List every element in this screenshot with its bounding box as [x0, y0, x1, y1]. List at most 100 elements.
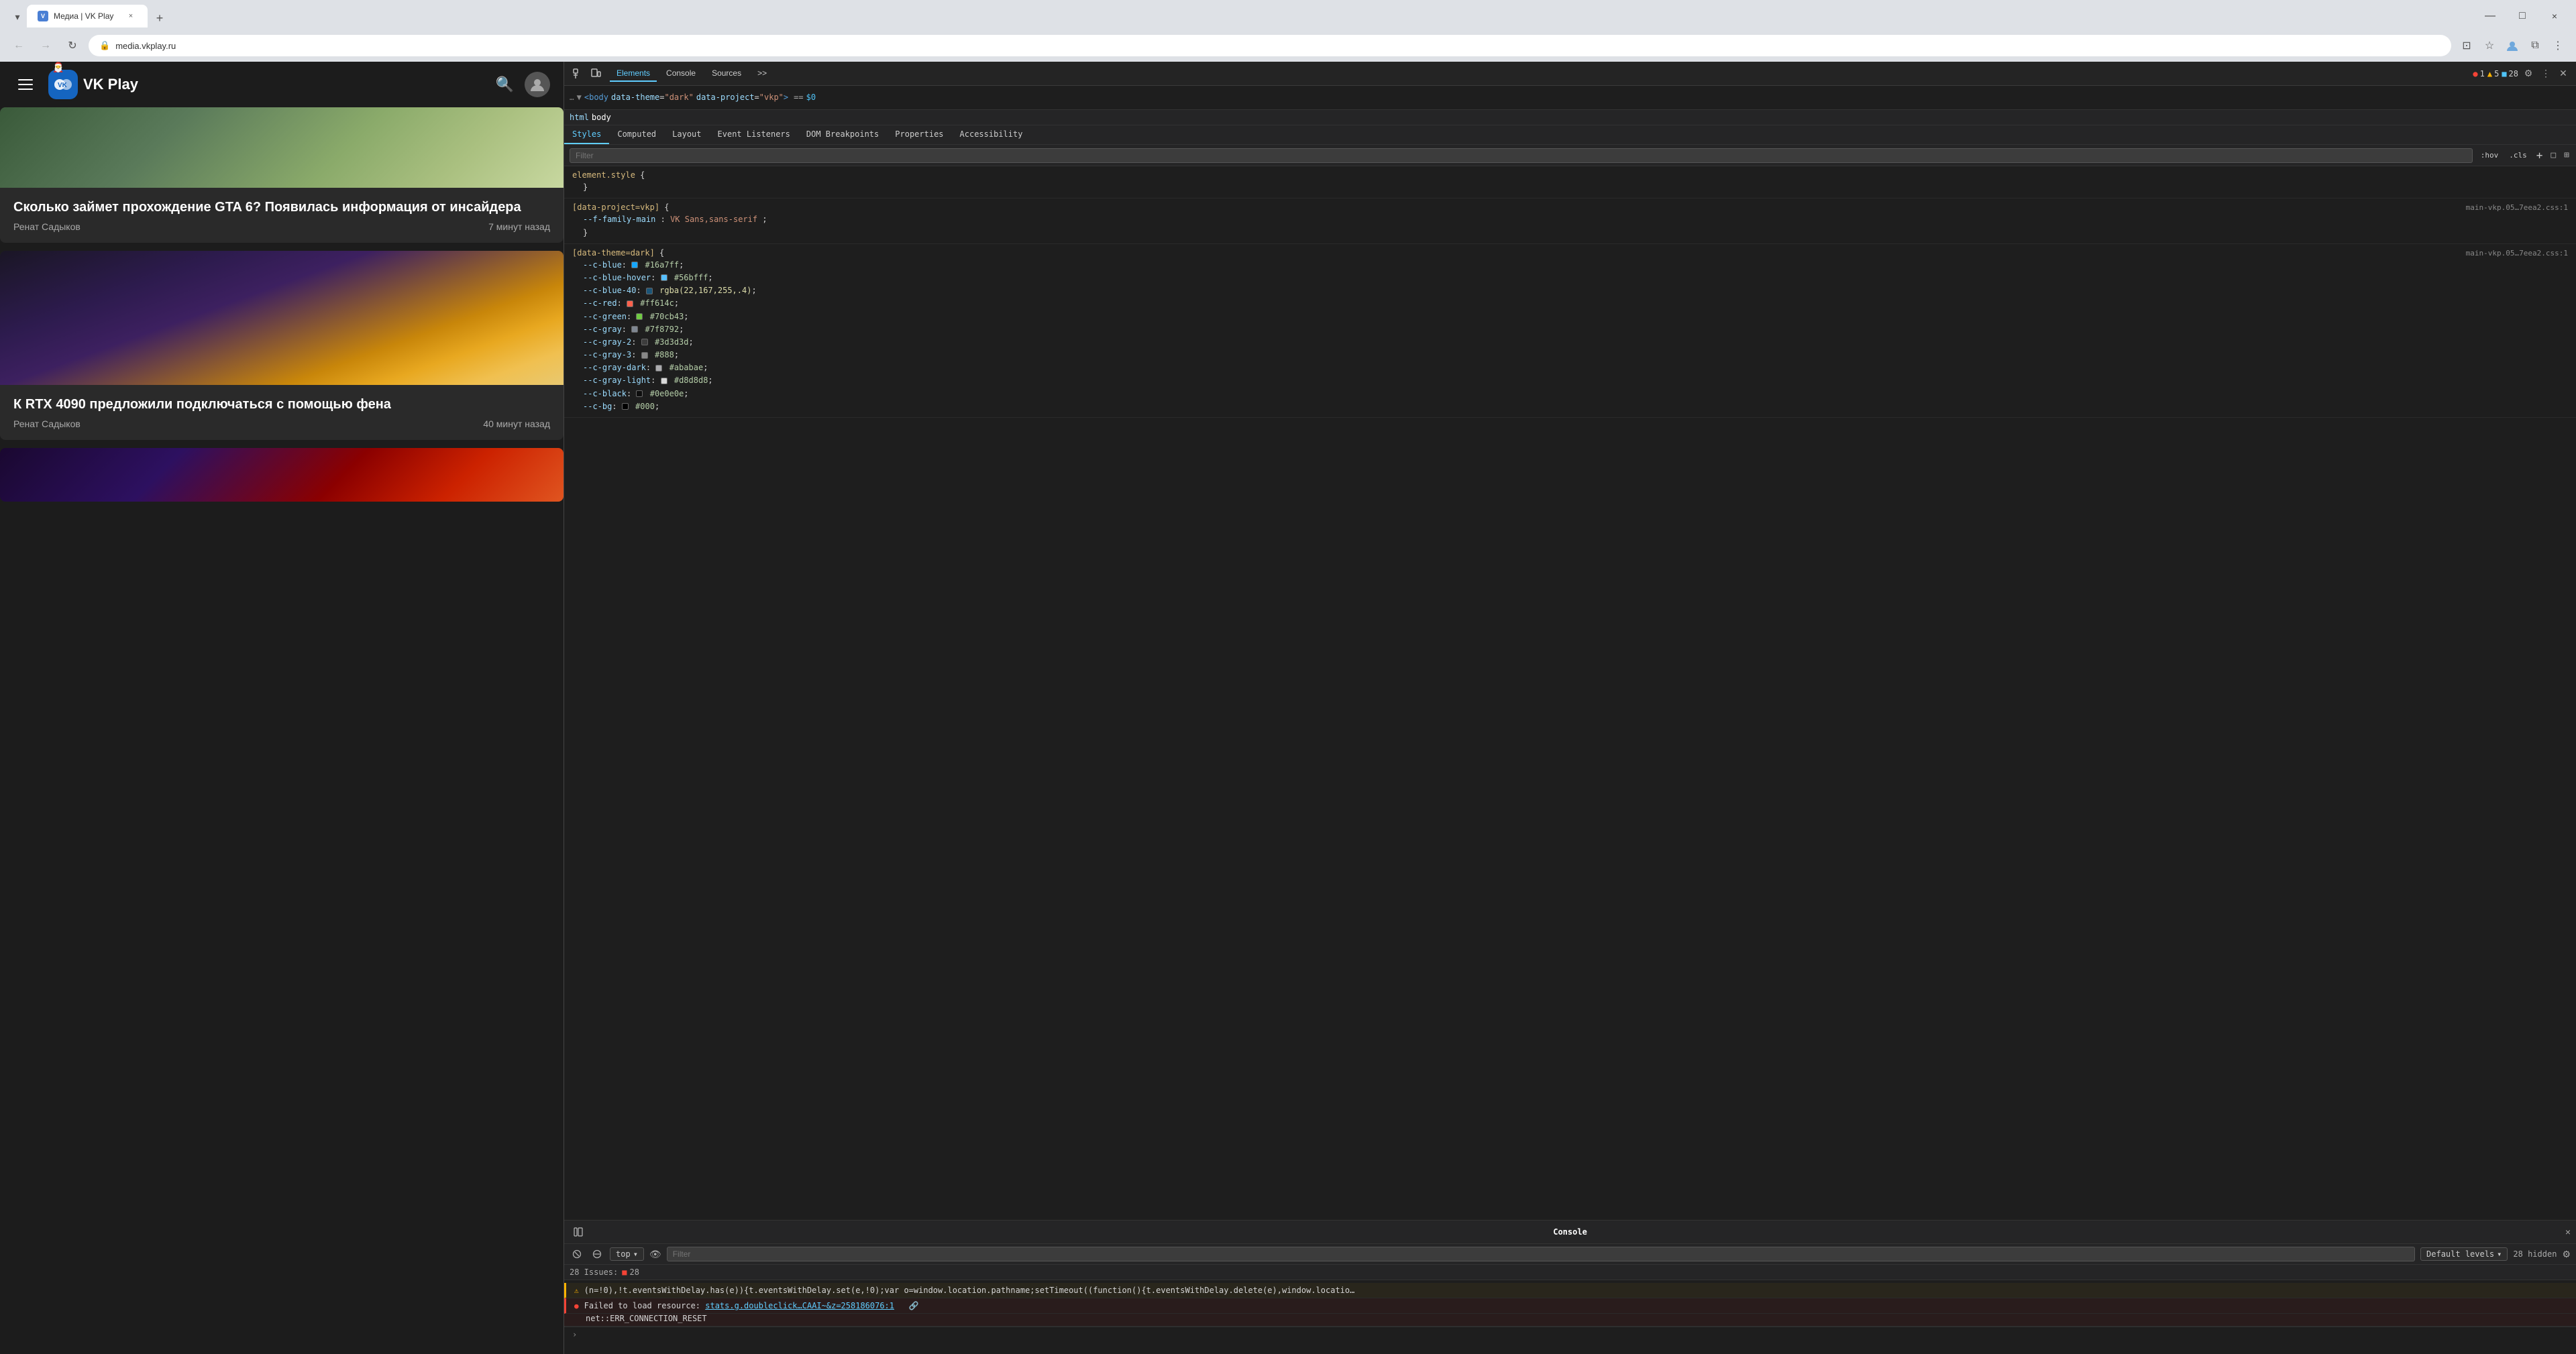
toolbar-right-icons: ⊡ ☆ ⧉ ⋮	[2457, 36, 2568, 56]
svg-text:VK: VK	[58, 82, 68, 89]
console-sidebar-btn[interactable]	[570, 1223, 587, 1241]
error-msg-link[interactable]: stats.g.doubleclick…CAAI~&z=258186076:1	[705, 1301, 894, 1310]
more-options-btn[interactable]: ⋮	[2538, 66, 2553, 81]
sources-tab-btn[interactable]: Sources	[705, 66, 748, 82]
console-prompt: ›	[564, 1327, 2576, 1342]
color-swatch-bg[interactable]	[622, 403, 629, 410]
devtools-close-btn[interactable]: ✕	[2556, 66, 2571, 81]
add-style-btn[interactable]: +	[2535, 148, 2544, 163]
color-swatch-blue-40[interactable]	[646, 288, 653, 294]
refresh-btn[interactable]: ↻	[62, 35, 83, 56]
tab-accessibility[interactable]: Accessibility	[952, 125, 1031, 144]
tab-close-btn[interactable]: ×	[125, 10, 137, 22]
filter-row: :hov .cls + □ ⊞	[564, 145, 2576, 166]
color-swatch-red[interactable]	[627, 300, 633, 307]
close-btn[interactable]: ×	[2541, 4, 2568, 28]
cast-btn[interactable]: ⊡	[2457, 36, 2477, 56]
elements-tab[interactable]: Elements	[610, 66, 657, 82]
profile-btn[interactable]	[2502, 36, 2522, 56]
console-tab-btn[interactable]: Console	[659, 66, 702, 82]
back-btn[interactable]: ←	[8, 35, 30, 56]
vkplay-logo[interactable]: VK VK Play	[48, 70, 138, 99]
address-bar[interactable]: 🔒 media.vkplay.ru	[89, 35, 2451, 56]
console-settings-btn[interactable]: ⚙	[2562, 1249, 2571, 1260]
tab-properties[interactable]: Properties	[887, 125, 951, 144]
breadcrumb-html[interactable]: html	[570, 113, 589, 122]
color-swatch-gray-2[interactable]	[641, 339, 648, 345]
devtools-panel: Elements Console Sources >> ● 1 ▲ 5	[564, 62, 2576, 1354]
menu-btn[interactable]: ⋮	[2548, 36, 2568, 56]
console-filter-input[interactable]	[667, 1247, 2415, 1261]
block-console-btn[interactable]	[590, 1247, 604, 1261]
logo-text: VK Play	[83, 76, 138, 93]
error-badge[interactable]: ● 1	[2473, 69, 2484, 78]
css-prop-c-gray-2: --c-gray-2: #3d3d3d;	[572, 336, 2568, 349]
console-expand-arrow[interactable]: ›	[572, 1330, 577, 1339]
error-msg-icon: ●	[574, 1302, 579, 1310]
tab-event-listeners[interactable]: Event Listeners	[710, 125, 798, 144]
console-close-btn[interactable]: ×	[2565, 1227, 2571, 1237]
inspect-element-btn[interactable]	[570, 65, 587, 82]
css-source-dark[interactable]: main-vkp.05…7eea2.css:1	[2466, 249, 2568, 258]
css-prop-c-blue-40: --c-blue-40: rgba(22,167,255,.4);	[572, 284, 2568, 297]
tab-layout[interactable]: Layout	[664, 125, 709, 144]
more-tabs-btn[interactable]: >>	[751, 66, 773, 82]
search-btn[interactable]: 🔍	[496, 76, 514, 93]
issues-count-badge[interactable]: ■ 28	[622, 1267, 639, 1277]
article-card-rtx[interactable]: К RTX 4090 предложили подключаться с пом…	[0, 251, 564, 440]
tab-styles[interactable]: Styles	[564, 125, 609, 144]
info-badge[interactable]: ■ 28	[2502, 69, 2518, 78]
active-tab[interactable]: V Медиа | VK Play ×	[27, 5, 148, 27]
error-icon: ●	[2473, 69, 2477, 78]
color-swatch-green[interactable]	[636, 313, 643, 320]
breadcrumb-body[interactable]: body	[592, 113, 611, 122]
console-header: Console ×	[564, 1221, 2576, 1244]
hamburger-btn[interactable]	[13, 72, 38, 97]
tab-dom-breakpoints[interactable]: DOM Breakpoints	[798, 125, 887, 144]
forward-btn[interactable]: →	[35, 35, 56, 56]
styles-filter-input[interactable]	[570, 148, 2473, 163]
clear-console-btn[interactable]	[570, 1247, 584, 1261]
settings-btn[interactable]: ⚙	[2521, 66, 2536, 81]
article-card-game[interactable]	[0, 448, 564, 502]
address-text: media.vkplay.ru	[115, 41, 2440, 51]
minimize-btn[interactable]: —	[2477, 4, 2504, 28]
color-swatch-gray-light[interactable]	[661, 378, 667, 384]
article-card-gta6[interactable]: Сколько займет прохождение GTA 6? Появил…	[0, 107, 564, 243]
hov-toggle[interactable]: :hov	[2478, 150, 2502, 161]
top-context-selector[interactable]: top ▾	[610, 1247, 644, 1261]
browser-toolbar: ← → ↻ 🔒 media.vkplay.ru ⊡ ☆ ⧉ ⋮	[0, 32, 2576, 62]
website-content: VK VK Play 🔍 Сколько займе	[0, 62, 564, 1354]
new-tab-btn[interactable]: +	[150, 9, 169, 27]
device-toolbar-btn[interactable]	[587, 65, 604, 82]
css-selector[interactable]: element.style {	[572, 170, 2568, 180]
css-selector-vkp[interactable]: [data-project=vkp] {	[572, 203, 669, 212]
layout-icon-btn[interactable]: □	[2549, 149, 2557, 162]
styles-panel: element.style { } [data-project=vkp] { m…	[564, 166, 2576, 1220]
css-selector-dark[interactable]: [data-theme=dark] {	[572, 248, 664, 258]
color-swatch-gray-dark[interactable]	[655, 365, 662, 372]
color-swatch-gray-3[interactable]	[641, 352, 648, 359]
article-content-rtx: К RTX 4090 предложили подключаться с пом…	[0, 385, 564, 440]
tab-title: Медиа | VK Play	[54, 11, 119, 21]
console-eye-btn[interactable]: 👁	[649, 1249, 661, 1260]
avatar-btn[interactable]	[525, 72, 550, 97]
cls-toggle[interactable]: .cls	[2506, 150, 2530, 161]
extensions-btn[interactable]: ⧉	[2525, 36, 2545, 56]
top-dropdown-icon: ▾	[633, 1249, 638, 1259]
color-swatch-gray[interactable]	[631, 326, 638, 333]
color-swatch-blue[interactable]	[631, 262, 638, 268]
maximize-btn[interactable]: □	[2509, 4, 2536, 28]
bookmark-btn[interactable]: ☆	[2479, 36, 2500, 56]
tab-computed[interactable]: Computed	[609, 125, 664, 144]
color-swatch-blue-hover[interactable]	[661, 274, 667, 281]
warning-badge[interactable]: ▲ 5	[2487, 69, 2499, 78]
color-swatch-black[interactable]	[636, 390, 643, 397]
tab-switcher-btn[interactable]: ▾	[8, 6, 27, 27]
article-time-gta6: 7 минут назад	[488, 221, 550, 232]
css-prop-c-black: --c-black: #0e0e0e;	[572, 388, 2568, 400]
default-levels-selector[interactable]: Default levels ▾	[2420, 1247, 2508, 1261]
grid-icon-btn[interactable]: ⊞	[2563, 149, 2571, 162]
issues-label: 28 Issues:	[570, 1267, 618, 1277]
css-source-vkp[interactable]: main-vkp.05…7eea2.css:1	[2466, 203, 2568, 212]
